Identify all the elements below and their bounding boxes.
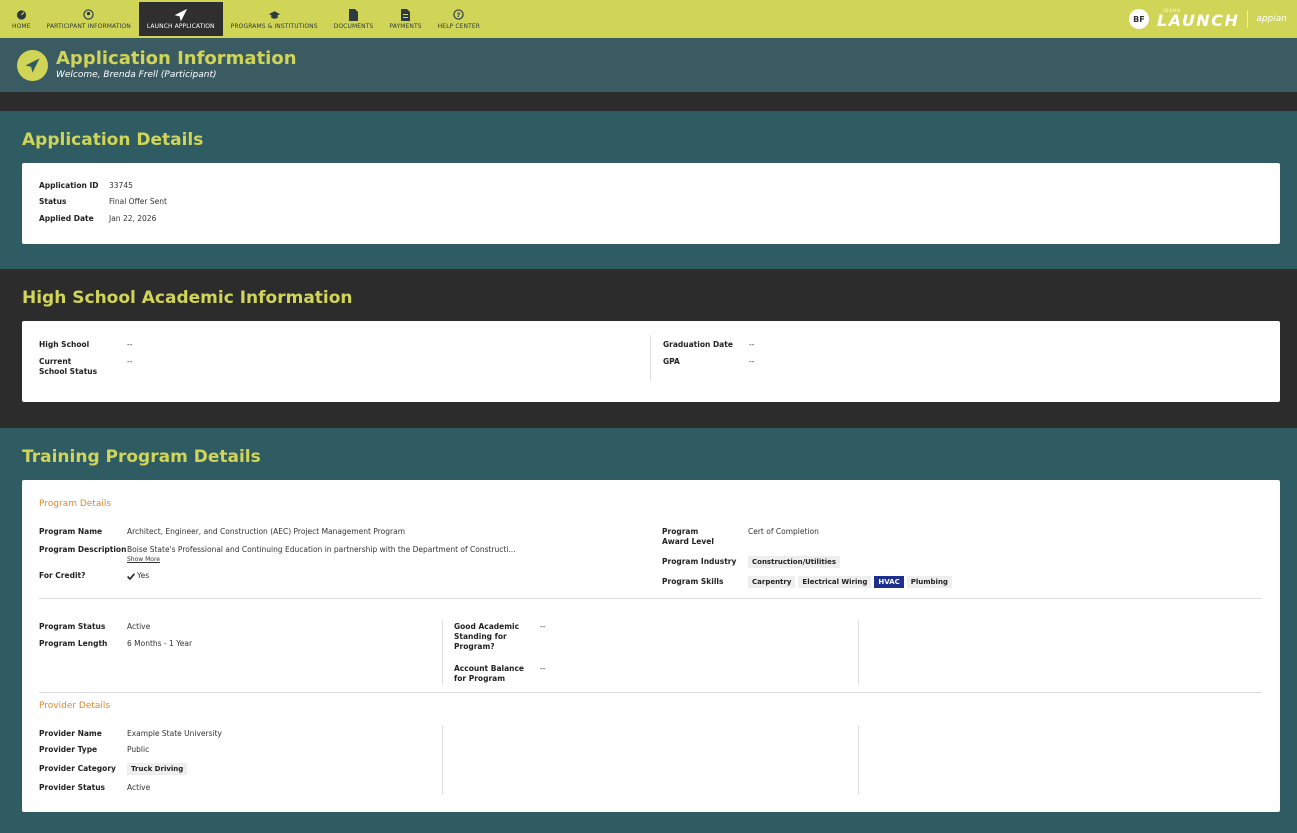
nav-documents-label: DOCUMENTS: [333, 22, 374, 30]
column-divider: [442, 620, 443, 685]
brand-main-text: LAUNCH: [1156, 11, 1240, 30]
program-description-value: Boise State's Professional and Continuin…: [127, 545, 516, 554]
skill-chip-selected[interactable]: HVAC: [874, 576, 904, 588]
user-circle-icon: [83, 9, 94, 21]
provider-name-value: Example State University: [127, 729, 222, 738]
training-program-card: Program Details Program Name Architect, E…: [22, 480, 1280, 812]
field-label: Status: [39, 197, 67, 206]
high-school-section: High School Academic Information High Sc…: [0, 269, 1297, 428]
high-school-value: --: [127, 340, 133, 349]
field-label: Graduation Date: [663, 340, 733, 349]
field-label: Program Award Level: [662, 527, 714, 546]
provider-status-value: Active: [127, 783, 151, 792]
dashboard-icon: [16, 9, 27, 21]
graduation-cap-icon: [268, 9, 281, 21]
divider: [39, 692, 1262, 693]
divider-band: [0, 92, 1297, 111]
section-title: Training Program Details: [22, 447, 261, 467]
field-label: GPA: [663, 357, 680, 366]
document-icon: [349, 8, 359, 21]
question-circle-icon: ?: [453, 9, 465, 21]
field-label: For Credit?: [39, 571, 86, 580]
training-program-section: Training Program Details Program Details…: [0, 428, 1297, 833]
skill-chip[interactable]: Carpentry: [748, 576, 796, 588]
paper-plane-icon: [174, 8, 187, 21]
top-nav: HOME PARTICIPANT INFORMATION LAUNCH APPL…: [0, 0, 1297, 38]
field-label: Application ID: [39, 181, 99, 190]
column-divider: [858, 620, 859, 685]
field-label: Program Length: [39, 639, 108, 648]
field-label: Good Academic Standing for Program?: [454, 622, 520, 651]
award-level-value: Cert of Completion: [748, 527, 819, 536]
section-title: High School Academic Information: [22, 288, 353, 308]
divider: [39, 598, 1262, 599]
status-value: Final Offer Sent: [109, 197, 167, 206]
program-status-value: Active: [127, 622, 151, 631]
nav-launch-label: LAUNCH APPLICATION: [146, 22, 215, 30]
applied-date-value: Jan 22, 2026: [109, 214, 157, 223]
column-divider: [442, 726, 443, 794]
brand-divider: [1247, 10, 1249, 28]
field-label: Provider Type: [39, 745, 98, 754]
welcome-text: Welcome, Brenda Frell (Participant): [56, 69, 217, 80]
field-label: Provider Category: [39, 764, 116, 773]
program-details-heading: Program Details: [39, 499, 112, 509]
application-details-card: Application ID 33745 Status Final Offer Se…: [22, 163, 1280, 244]
section-title: Application Details: [22, 130, 204, 150]
svg-text:?: ?: [457, 11, 461, 19]
avatar[interactable]: BF: [1128, 9, 1149, 29]
nav-participant-information[interactable]: PARTICIPANT INFORMATION: [39, 2, 139, 36]
page-header: Application Information Welcome, Brenda …: [0, 38, 1297, 92]
skill-chip[interactable]: Electrical Wiring: [798, 576, 872, 588]
launch-logo[interactable]: IDAHO LAUNCH: [1157, 9, 1239, 29]
provider-type-value: Public: [127, 745, 150, 754]
nav-help-center[interactable]: ? HELP CENTER: [430, 2, 488, 36]
nav-programs-institutions[interactable]: PROGRAMS & INSTITUTIONS: [223, 2, 326, 36]
field-label: Program Industry: [662, 557, 737, 566]
graduation-date-value: --: [749, 340, 755, 349]
provider-category-chip: Truck Driving: [127, 763, 188, 775]
nav-home[interactable]: HOME: [4, 2, 39, 36]
field-label: Applied Date: [39, 214, 94, 223]
program-length-value: 6 Months - 1 Year: [127, 639, 193, 648]
nav-launch-application[interactable]: LAUNCH APPLICATION: [138, 2, 223, 36]
for-credit-value: Yes: [137, 571, 150, 580]
nav-documents[interactable]: DOCUMENTS: [326, 2, 382, 36]
field-label: Program Name: [39, 527, 103, 536]
nav-programs-label: PROGRAMS & INSTITUTIONS: [230, 22, 318, 30]
field-label: Provider Name: [39, 729, 102, 738]
program-name-value: Architect, Engineer, and Construction (A…: [127, 527, 406, 536]
academic-standing-value: --: [540, 622, 546, 631]
nav-help-label: HELP CENTER: [437, 22, 481, 30]
account-balance-value: --: [540, 664, 546, 673]
nav-home-label: HOME: [12, 22, 31, 30]
field-label: Provider Status: [39, 783, 106, 792]
application-details-section: Application Details Application ID 33745 …: [0, 111, 1297, 269]
show-more-link[interactable]: Show More: [127, 555, 516, 565]
page-title: Application Information: [56, 48, 297, 70]
nav-payments-label: PAYMENTS: [389, 22, 422, 30]
column-divider: [650, 335, 651, 381]
gpa-value: --: [749, 357, 755, 366]
appian-logo: appian: [1256, 14, 1287, 24]
field-label: Current School Status: [39, 357, 98, 376]
field-label: Program Skills: [662, 577, 724, 586]
current-status-value: --: [127, 357, 133, 366]
industry-chip: Construction/Utilities: [748, 556, 841, 568]
field-label: High School: [39, 340, 90, 349]
skill-chip[interactable]: Plumbing: [906, 576, 952, 588]
checkmark-icon: [127, 572, 135, 580]
paper-plane-icon: [17, 49, 48, 81]
field-label: Account Balance for Program: [454, 664, 525, 683]
nav-participant-label: PARTICIPANT INFORMATION: [46, 22, 131, 30]
nav-payments[interactable]: PAYMENTS: [381, 2, 429, 36]
field-label: Program Description: [39, 545, 127, 554]
column-divider: [858, 726, 859, 794]
application-id-value: 33745: [109, 181, 133, 190]
high-school-card: High School -- Current School Status -- Gr…: [22, 321, 1280, 402]
provider-details-heading: Provider Details: [39, 701, 111, 711]
field-label: Program Status: [39, 622, 106, 631]
invoice-icon: [401, 8, 411, 21]
